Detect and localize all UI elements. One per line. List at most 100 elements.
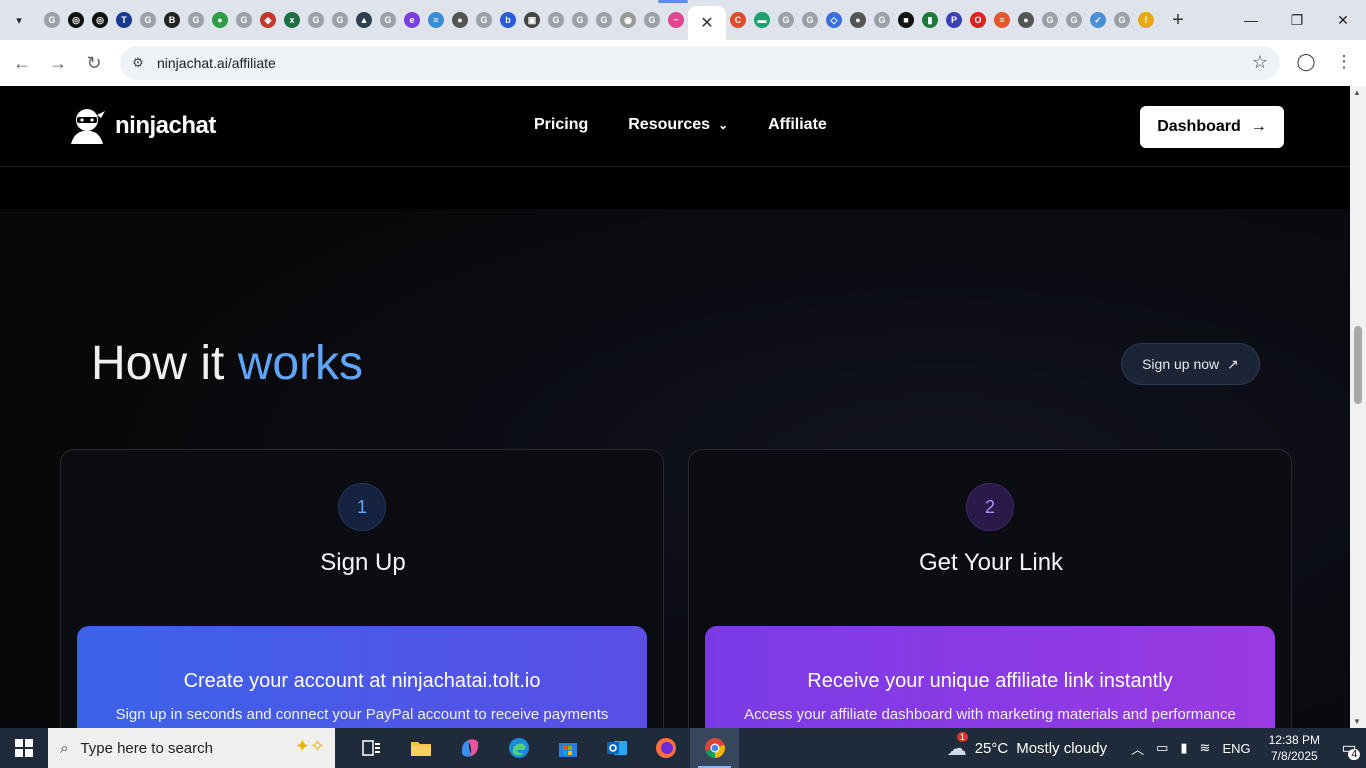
browser-tab[interactable]: ■	[894, 0, 918, 40]
browser-tab[interactable]: G	[870, 0, 894, 40]
bookmark-star-icon[interactable]: ☆	[1252, 52, 1268, 73]
weather-widget[interactable]: ☁ 1 25°C Mostly cloudy	[947, 731, 1108, 761]
tab-search-button[interactable]: ▾	[6, 7, 32, 33]
browser-tab[interactable]: ◆	[256, 0, 280, 40]
browser-tab[interactable]: G	[774, 0, 798, 40]
browser-tab[interactable]: C	[726, 0, 750, 40]
browser-tab[interactable]: ●	[448, 0, 472, 40]
taskbar-search[interactable]: ⌕ Type here to search ✦✧	[48, 728, 335, 768]
browser-tab[interactable]: G	[1038, 0, 1062, 40]
tab-close-icon[interactable]: ✕	[700, 13, 713, 33]
browser-tab[interactable]: G	[328, 0, 352, 40]
browser-tab[interactable]: G	[640, 0, 664, 40]
nav-resources[interactable]: Resources ⌄	[628, 116, 728, 134]
browser-tab[interactable]: G	[376, 0, 400, 40]
sign-up-now-button[interactable]: Sign up now ↗	[1121, 343, 1260, 385]
browser-tab[interactable]: e	[400, 0, 424, 40]
language-indicator[interactable]: ENG	[1222, 741, 1250, 756]
page-scrollbar[interactable]: ▲ ▼	[1350, 86, 1366, 728]
browser-tab[interactable]: G	[1062, 0, 1086, 40]
site-info-icon[interactable]: ⚙	[122, 46, 154, 80]
favicon-icon: G	[778, 12, 794, 28]
browser-tab[interactable]: ◎	[64, 0, 88, 40]
reload-button[interactable]: ↻	[76, 45, 112, 81]
chrome-button[interactable]	[690, 728, 739, 768]
meet-now-icon[interactable]: ▭	[1156, 740, 1168, 756]
scroll-up-icon[interactable]: ▲	[1353, 88, 1361, 97]
active-tab[interactable]: ✕	[658, 0, 726, 40]
new-tab-button[interactable]: +	[1164, 6, 1192, 34]
scrollbar-thumb[interactable]	[1354, 326, 1362, 404]
menu-dots-icon[interactable]: ⋮	[1330, 48, 1358, 76]
file-explorer-button[interactable]	[396, 728, 445, 768]
firefox-button[interactable]	[641, 728, 690, 768]
url-text[interactable]: ninjachat.ai/affiliate	[157, 55, 276, 71]
minimize-button[interactable]: —	[1228, 0, 1274, 40]
browser-tab[interactable]: ✓	[1086, 0, 1110, 40]
browser-tab[interactable]: G	[184, 0, 208, 40]
browser-tab[interactable]: ●	[208, 0, 232, 40]
browser-tab[interactable]: B	[160, 0, 184, 40]
dashboard-button[interactable]: Dashboard →	[1140, 106, 1284, 148]
browser-tab[interactable]: x	[280, 0, 304, 40]
scroll-down-icon[interactable]: ▼	[1353, 717, 1361, 726]
battery-icon[interactable]: ▮	[1180, 740, 1187, 756]
arrow-right-icon: →	[1250, 118, 1267, 135]
browser-tab[interactable]: ◎	[88, 0, 112, 40]
profile-icon[interactable]: ◯	[1292, 48, 1320, 76]
browser-tab[interactable]: ▲	[352, 0, 376, 40]
browser-tab[interactable]: ≡	[990, 0, 1014, 40]
browser-tab[interactable]: ~	[664, 0, 688, 40]
back-button[interactable]: ←	[4, 45, 40, 81]
forward-button[interactable]: →	[40, 45, 76, 81]
address-bar[interactable]: ⚙ ninjachat.ai/affiliate ☆	[120, 46, 1280, 80]
browser-tab[interactable]: ●	[1014, 0, 1038, 40]
store-icon	[558, 743, 577, 757]
edge-button[interactable]	[494, 728, 543, 768]
browser-tab[interactable]: ◉	[616, 0, 640, 40]
heading-plain: How it	[91, 337, 238, 390]
clock[interactable]: 12:38 PM 7/8/2025	[1269, 732, 1320, 764]
favicon-icon: B	[164, 12, 180, 28]
favicon-icon: ●	[850, 12, 866, 28]
favicon-icon: ✓	[1090, 12, 1106, 28]
browser-tab[interactable]: b	[496, 0, 520, 40]
outlook-button[interactable]	[592, 728, 641, 768]
start-button[interactable]	[0, 728, 48, 768]
browser-tab[interactable]: G	[568, 0, 592, 40]
wifi-icon[interactable]: ≋	[1200, 740, 1211, 756]
browser-tab[interactable]: T	[112, 0, 136, 40]
copilot-button[interactable]	[445, 728, 494, 768]
browser-tab[interactable]: G	[544, 0, 568, 40]
notifications-button[interactable]: ▭ 4	[1332, 728, 1366, 768]
browser-tab[interactable]: O	[966, 0, 990, 40]
browser-tab[interactable]: G	[592, 0, 616, 40]
browser-tab[interactable]: P	[942, 0, 966, 40]
chevron-up-icon[interactable]: ︿	[1131, 739, 1144, 758]
browser-tab[interactable]: G	[472, 0, 496, 40]
browser-tab[interactable]: G	[136, 0, 160, 40]
store-button[interactable]	[543, 728, 592, 768]
browser-tab[interactable]: G	[304, 0, 328, 40]
task-view-button[interactable]	[347, 728, 396, 768]
browser-tab[interactable]: G	[232, 0, 256, 40]
browser-tab[interactable]: G	[1110, 0, 1134, 40]
site-logo[interactable]: ninjachat	[67, 106, 216, 146]
browser-tab[interactable]: ▣	[520, 0, 544, 40]
favicon-icon: G	[1114, 12, 1130, 28]
browser-tab[interactable]: ◇	[822, 0, 846, 40]
maximize-button[interactable]: ❐	[1274, 0, 1320, 40]
nav-pricing[interactable]: Pricing	[534, 116, 588, 134]
close-window-button[interactable]: ✕	[1320, 0, 1366, 40]
favicon-icon: G	[188, 12, 204, 28]
browser-tab[interactable]: ●	[846, 0, 870, 40]
browser-tab[interactable]: ▮	[918, 0, 942, 40]
browser-tab[interactable]: G	[798, 0, 822, 40]
weather-text: Mostly cloudy	[1016, 739, 1108, 757]
browser-tab[interactable]: G	[40, 0, 64, 40]
browser-tab[interactable]: ≈	[424, 0, 448, 40]
nav-affiliate[interactable]: Affiliate	[768, 116, 827, 134]
browser-tab[interactable]: ▬	[750, 0, 774, 40]
page-viewport: ninjachat Pricing Resources ⌄ Affiliate …	[0, 86, 1350, 728]
browser-tab[interactable]: !	[1134, 0, 1158, 40]
